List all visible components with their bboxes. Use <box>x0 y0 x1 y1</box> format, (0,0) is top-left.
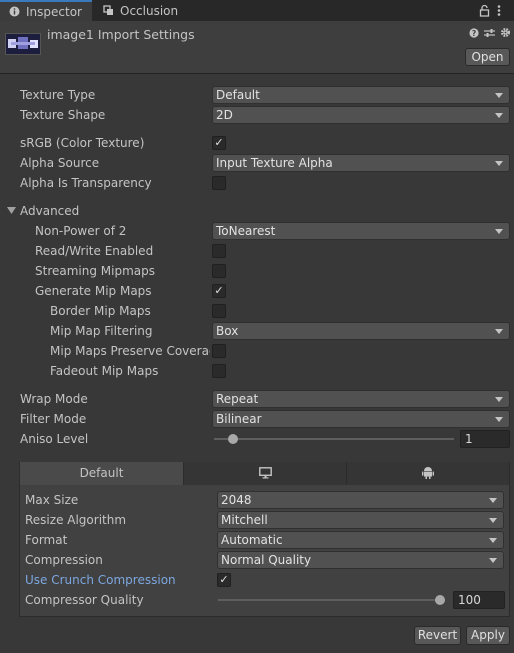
format-label: Format <box>25 533 68 547</box>
read-write-label: Read/Write Enabled <box>35 244 154 258</box>
mip-map-filtering-label: Mip Map Filtering <box>50 324 153 338</box>
tab-occlusion-label: Occlusion <box>120 4 179 18</box>
info-icon <box>9 6 20 17</box>
svg-text:?: ? <box>472 29 476 38</box>
texture-shape-dropdown[interactable]: 2D <box>212 106 510 124</box>
fadeout-mip-maps-label: Fadeout Mip Maps <box>50 364 159 378</box>
wrap-mode-label: Wrap Mode <box>20 392 88 406</box>
tab-inspector-label: Inspector <box>26 5 82 19</box>
border-mip-maps-label: Border Mip Maps <box>50 304 151 318</box>
header-title: image1 Import Settings <box>47 27 195 42</box>
advanced-foldout-label[interactable]: Advanced <box>20 204 79 218</box>
presets-icon[interactable] <box>484 28 495 38</box>
streaming-mipmaps-label: Streaming Mipmaps <box>35 264 156 278</box>
resize-algorithm-dropdown[interactable]: Mitchell <box>217 511 504 529</box>
non-power-of-2-label: Non-Power of 2 <box>35 224 127 238</box>
mip-maps-preserve-label: Mip Maps Preserve Coverag <box>50 344 210 358</box>
gear-icon[interactable] <box>500 27 511 38</box>
chevron-down-icon <box>495 417 503 422</box>
texture-type-value: Default <box>216 88 260 102</box>
format-dropdown[interactable]: Automatic <box>217 531 504 549</box>
lock-icon[interactable] <box>479 4 490 17</box>
texture-type-dropdown[interactable]: Default <box>212 86 510 104</box>
compressor-quality-slider-track[interactable] <box>218 599 445 601</box>
tab-platform-default[interactable]: Default <box>20 462 184 485</box>
format-value: Automatic <box>221 533 283 547</box>
chevron-down-icon <box>489 518 497 523</box>
srgb-checkbox[interactable]: ✓ <box>212 136 226 150</box>
tab-platform-default-label: Default <box>79 466 124 480</box>
aniso-slider-knob[interactable] <box>227 434 238 444</box>
help-icon[interactable]: ? <box>469 28 479 38</box>
compressor-quality-field[interactable]: 100 <box>453 591 505 609</box>
more-menu-icon[interactable] <box>496 4 502 17</box>
alpha-source-label: Alpha Source <box>20 156 100 170</box>
compression-label: Compression <box>25 553 103 567</box>
chevron-down-icon <box>495 161 503 166</box>
chevron-down-icon <box>489 558 497 563</box>
use-crunch-label: Use Crunch Compression <box>25 573 176 587</box>
fadeout-mip-maps-checkbox[interactable] <box>212 364 226 378</box>
open-button[interactable]: Open <box>465 48 510 66</box>
chevron-down-icon <box>495 397 503 402</box>
chevron-down-icon <box>495 229 503 234</box>
texture-shape-value: 2D <box>216 108 233 122</box>
tab-platform-standalone[interactable] <box>184 462 347 485</box>
chevron-down-icon <box>489 498 497 503</box>
revert-button[interactable]: Revert <box>414 626 461 645</box>
compressor-quality-slider-knob[interactable] <box>435 595 445 605</box>
texture-type-label: Texture Type <box>20 88 96 102</box>
alpha-source-value: Input Texture Alpha <box>216 156 333 170</box>
tab-platform-android[interactable] <box>347 462 509 485</box>
use-crunch-checkbox[interactable]: ✓ <box>217 573 231 587</box>
resize-algorithm-label: Resize Algorithm <box>25 513 127 527</box>
occlusion-icon <box>103 5 113 15</box>
max-size-label: Max Size <box>25 493 79 507</box>
mip-map-filtering-value: Box <box>216 324 239 338</box>
compression-value: Normal Quality <box>221 553 312 567</box>
generate-mip-maps-label: Generate Mip Maps <box>35 284 152 298</box>
filter-mode-dropdown[interactable]: Bilinear <box>212 410 510 428</box>
non-power-of-2-value: ToNearest <box>216 224 276 238</box>
apply-button[interactable]: Apply <box>466 626 510 645</box>
resize-algorithm-value: Mitchell <box>221 513 268 527</box>
tab-inspector[interactable]: Inspector <box>0 0 92 21</box>
max-size-value: 2048 <box>221 493 252 507</box>
chevron-down-icon <box>489 538 497 543</box>
mip-map-filtering-dropdown[interactable]: Box <box>212 322 510 340</box>
alpha-source-dropdown[interactable]: Input Texture Alpha <box>212 154 510 172</box>
compression-dropdown[interactable]: Normal Quality <box>217 551 504 569</box>
tab-occlusion[interactable]: Occlusion <box>103 0 203 21</box>
foldout-expanded-icon[interactable] <box>7 207 16 215</box>
alpha-transparency-checkbox[interactable] <box>212 176 226 190</box>
texture-thumbnail <box>5 33 41 55</box>
aniso-level-label: Aniso Level <box>20 432 89 446</box>
wrap-mode-dropdown[interactable]: Repeat <box>212 390 510 408</box>
generate-mip-maps-checkbox[interactable]: ✓ <box>212 284 226 298</box>
read-write-checkbox[interactable] <box>212 244 226 258</box>
streaming-mipmaps-checkbox[interactable] <box>212 264 226 278</box>
border-mip-maps-checkbox[interactable] <box>212 304 226 318</box>
aniso-level-field[interactable]: 1 <box>460 430 510 448</box>
alpha-transparency-label: Alpha Is Transparency <box>20 176 152 190</box>
texture-shape-label: Texture Shape <box>20 108 106 122</box>
chevron-down-icon <box>495 329 503 334</box>
mip-maps-preserve-checkbox[interactable] <box>212 344 226 358</box>
non-power-of-2-dropdown[interactable]: ToNearest <box>212 222 510 240</box>
max-size-dropdown[interactable]: 2048 <box>217 491 504 509</box>
compressor-quality-label: Compressor Quality <box>25 593 144 607</box>
wrap-mode-value: Repeat <box>216 392 259 406</box>
monitor-icon <box>258 467 272 479</box>
chevron-down-icon <box>495 113 503 118</box>
filter-mode-value: Bilinear <box>216 412 262 426</box>
chevron-down-icon <box>495 93 503 98</box>
android-icon <box>422 467 434 479</box>
aniso-slider-track[interactable] <box>214 438 454 440</box>
filter-mode-label: Filter Mode <box>20 412 87 426</box>
srgb-label: sRGB (Color Texture) <box>20 136 145 150</box>
